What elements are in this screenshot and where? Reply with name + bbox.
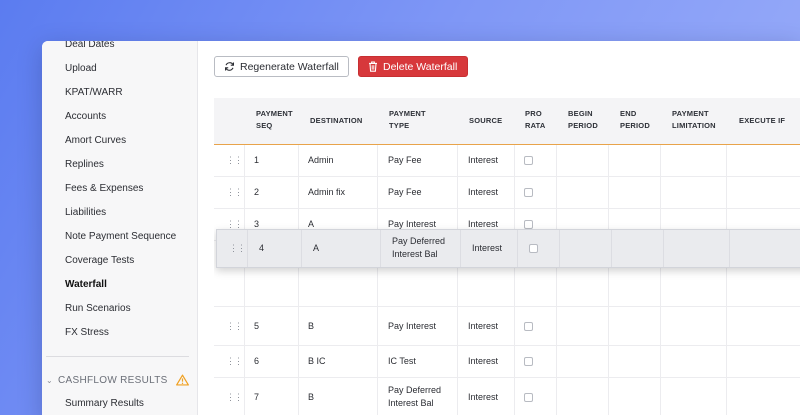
sidebar-item-summary-results[interactable]: Summary Results [65, 398, 144, 409]
sidebar-item-note-payment-sequence[interactable]: Note Payment Sequence [65, 231, 176, 242]
cell-destination: B IC [308, 356, 326, 366]
cell-source: Interest [468, 155, 499, 165]
app-window: Deal Dates Upload KPAT/WARR Accounts Amo… [42, 41, 800, 415]
table-row[interactable]: ⋮⋮ 1 Admin Pay Fee Interest [214, 145, 800, 177]
cell-seq: 5 [254, 320, 260, 331]
sidebar-item-waterfall[interactable]: Waterfall [65, 279, 107, 290]
refresh-icon [225, 62, 234, 71]
sidebar-divider [46, 356, 189, 357]
pro-rata-checkbox[interactable] [524, 392, 533, 402]
cell-destination: Admin fix [308, 187, 346, 197]
delete-waterfall-label: Delete Waterfall [383, 60, 458, 73]
pro-rata-checkbox[interactable] [524, 156, 533, 165]
cell-source: Interest [468, 391, 499, 402]
pro-rata-checkbox[interactable] [524, 321, 533, 331]
cell-payment-type: Pay Deferred Interest Bal [392, 236, 446, 259]
column-header-end-period[interactable]: END PERIOD [620, 108, 650, 132]
cell-destination: A [313, 243, 320, 253]
sidebar-item-fx-stress[interactable]: FX Stress [65, 327, 109, 338]
sidebar-item-upload[interactable]: Upload [65, 63, 97, 74]
sidebar-item-run-scenarios[interactable]: Run Scenarios [65, 303, 131, 314]
cell-seq: 7 [254, 391, 260, 402]
column-header-pro-rata[interactable]: PRO RATA [525, 108, 546, 132]
warning-icon [175, 374, 189, 386]
cell-seq: 4 [259, 243, 265, 253]
column-header-execute-if[interactable]: EXECUTE IF [739, 115, 785, 127]
waterfall-table: PAYMENT SEQ DESTINATION PAYMENT TYPE SOURC… [214, 98, 800, 415]
table-row[interactable]: ⋮⋮ 6 B IC IC Test Interest [214, 346, 800, 378]
column-header-source[interactable]: SOURCE [469, 115, 502, 127]
cashflow-results-label: CASHFLOW RESULTS [58, 374, 168, 386]
cell-source: Interest [468, 356, 499, 366]
column-header-payment-seq[interactable]: PAYMENT SEQ [256, 108, 293, 132]
drag-handle-icon[interactable]: ⋮⋮ [226, 356, 243, 367]
cell-source: Interest [472, 243, 503, 253]
pro-rata-checkbox[interactable] [529, 244, 538, 253]
cell-seq: 1 [254, 155, 260, 165]
sidebar-item-coverage-tests[interactable]: Coverage Tests [65, 255, 134, 266]
sidebar: Deal Dates Upload KPAT/WARR Accounts Amo… [42, 41, 198, 415]
cell-payment-type: IC Test [388, 356, 416, 366]
pro-rata-checkbox[interactable] [524, 357, 533, 366]
sidebar-item-kpat-warr[interactable]: KPAT/WARR [65, 87, 123, 98]
cell-source: Interest [468, 320, 499, 331]
drag-handle-icon[interactable]: ⋮⋮ [226, 321, 243, 332]
dragging-row[interactable]: ⋮⋮ 4 A Pay Deferred Interest Bal Interest [216, 229, 800, 268]
table-row[interactable]: ⋮⋮ 5 B Pay Interest Interest [214, 307, 800, 346]
pro-rata-checkbox[interactable] [524, 220, 533, 229]
cell-destination: Admin [308, 155, 334, 165]
cell-destination: B [308, 391, 315, 402]
cell-source: Interest [468, 187, 499, 197]
cell-payment-type: Pay Fee [388, 187, 422, 197]
sidebar-item-accounts[interactable]: Accounts [65, 111, 106, 122]
cell-seq: 2 [254, 187, 260, 197]
cell-payment-type: Pay Fee [388, 155, 422, 165]
main-content: Regenerate Waterfall Delete Waterfall PA… [198, 41, 800, 415]
chevron-down-icon: ⌄ [46, 375, 54, 385]
column-header-destination[interactable]: DESTINATION [310, 115, 362, 127]
sidebar-item-fees-expenses[interactable]: Fees & Expenses [65, 183, 143, 194]
cell-payment-type: Pay Deferred Interest Bal [388, 384, 442, 408]
sidebar-item-replines[interactable]: Replines [65, 159, 104, 170]
table-row[interactable]: ⋮⋮ 2 Admin fix Pay Fee Interest [214, 177, 800, 209]
pro-rata-checkbox[interactable] [524, 188, 533, 197]
column-header-payment-type[interactable]: PAYMENT TYPE [389, 108, 426, 132]
regenerate-waterfall-label: Regenerate Waterfall [240, 60, 339, 73]
cell-payment-type: Pay Interest [388, 320, 437, 331]
cell-seq: 6 [254, 356, 260, 366]
sidebar-item-amort-curves[interactable]: Amort Curves [65, 135, 126, 146]
table-header: PAYMENT SEQ DESTINATION PAYMENT TYPE SOURC… [214, 98, 800, 145]
trash-icon [369, 61, 377, 72]
sidebar-item-deal-dates[interactable]: Deal Dates [65, 41, 114, 50]
drag-handle-icon[interactable]: ⋮⋮ [226, 155, 243, 166]
table-row[interactable]: ⋮⋮ 7 B Pay Deferred Interest Bal Interest [214, 378, 800, 415]
drag-handle-icon[interactable]: ⋮⋮ [226, 392, 243, 403]
regenerate-waterfall-button[interactable]: Regenerate Waterfall [214, 56, 349, 77]
drag-handle-icon[interactable]: ⋮⋮ [226, 187, 243, 198]
column-header-begin-period[interactable]: BEGIN PERIOD [568, 108, 598, 132]
delete-waterfall-button[interactable]: Delete Waterfall [358, 56, 468, 77]
sidebar-item-liabilities[interactable]: Liabilities [65, 207, 106, 218]
drag-handle-icon[interactable]: ⋮⋮ [229, 243, 246, 254]
column-header-payment-limitation[interactable]: PAYMENT LIMITATION [672, 108, 716, 132]
cell-destination: B [308, 320, 315, 331]
cashflow-results-header[interactable]: ⌄ CASHFLOW RESULTS [46, 374, 189, 386]
